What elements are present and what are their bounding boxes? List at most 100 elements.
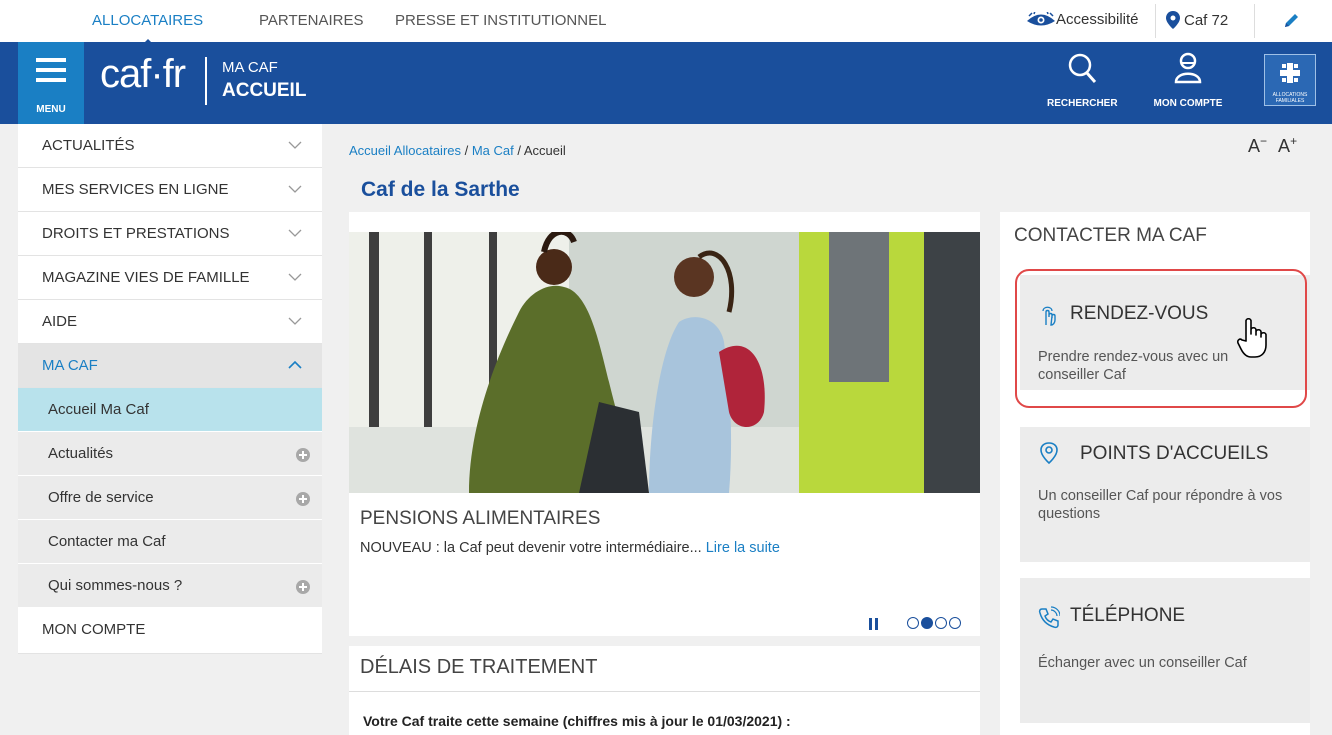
breadcrumb-separator: / <box>461 143 472 158</box>
logo-divider <box>205 57 207 105</box>
search-label: RECHERCHER <box>1047 98 1118 109</box>
map-pin-icon <box>1166 11 1180 29</box>
breadcrumb-current: Accueil <box>523 143 566 158</box>
menu-label: MENU <box>36 104 66 115</box>
section-line2: ACCUEIL <box>222 80 307 101</box>
font-decrease-label: A <box>1248 136 1261 156</box>
sidebar-item-aide[interactable]: AIDE <box>18 300 322 344</box>
sidebar-subitem-actualites[interactable]: Actualités <box>18 432 322 476</box>
font-size-controls: A− A+ <box>1248 134 1297 157</box>
account-button[interactable]: MON COMPTE <box>1148 52 1228 109</box>
sidebar-subitem-label: Qui sommes-nous ? <box>48 577 183 594</box>
carousel-dot-active[interactable] <box>921 617 933 629</box>
sidebar-item-ma-caf[interactable]: MA CAF <box>18 344 322 388</box>
carousel-dot[interactable] <box>907 617 919 629</box>
user-icon <box>1174 52 1202 84</box>
expand-plus-icon[interactable] <box>296 492 310 506</box>
phone-box[interactable]: TÉLÉPHONE Échanger avec un conseiller Ca… <box>1020 578 1310 723</box>
reception-points-box[interactable]: POINTS D'ACCUEILS Un conseiller Caf pour… <box>1020 427 1310 562</box>
sidebar-nav: ACTUALITÉS MES SERVICES EN LIGNE DROITS … <box>18 124 322 654</box>
tab-presse[interactable]: PRESSE ET INSTITUTIONNEL <box>395 12 606 29</box>
font-increase-label: A <box>1278 136 1291 156</box>
sidebar-item-label: MA CAF <box>42 357 98 374</box>
sidebar-subitem-label: Contacter ma Caf <box>48 533 166 550</box>
sidebar-item-label: MES SERVICES EN LIGNE <box>42 181 229 198</box>
breadcrumb-link[interactable]: Ma Caf <box>472 143 514 158</box>
crest-text: ALLOCATIONS FAMILIALES <box>1272 92 1308 104</box>
expand-plus-icon[interactable] <box>296 580 310 594</box>
sidebar-item-actualites[interactable]: ACTUALITÉS <box>18 124 322 168</box>
divider <box>349 691 980 692</box>
hamburger-icon-bar <box>36 68 66 72</box>
accessibility-link[interactable]: Accessibilité <box>1026 11 1139 28</box>
crest-icon <box>1280 63 1300 83</box>
sidebar-subitem-qui[interactable]: Qui sommes-nous ? <box>18 564 322 608</box>
chevron-down-icon <box>288 273 302 281</box>
accessibility-icon <box>1027 11 1055 25</box>
caf-label: Caf 72 <box>1184 11 1229 29</box>
font-decrease-sup: − <box>1260 134 1268 148</box>
carousel-text: NOUVEAU : la Caf peut devenir votre inte… <box>360 540 780 556</box>
sidebar-subitem-label: Offre de service <box>48 489 154 506</box>
account-label: MON COMPTE <box>1153 98 1223 109</box>
sidebar-item-services[interactable]: MES SERVICES EN LIGNE <box>18 168 322 212</box>
pencil-icon[interactable] <box>1282 12 1300 30</box>
sidebar-subitem-contacter[interactable]: Contacter ma Caf <box>18 520 322 564</box>
sidebar-item-label: MON COMPTE <box>42 621 146 638</box>
sidebar-item-mon-compte[interactable]: MON COMPTE <box>18 608 322 654</box>
section-line1: MA CAF <box>222 59 278 76</box>
breadcrumb-link[interactable]: Accueil Allocataires <box>349 143 461 158</box>
chevron-down-icon <box>288 229 302 237</box>
site-header: MENU caf·fr MA CAF ACCUEIL RECHERCHER MO… <box>0 42 1332 124</box>
carousel-dot[interactable] <box>935 617 947 629</box>
menu-button[interactable]: MENU <box>18 42 84 124</box>
breadcrumb: Accueil Allocataires / Ma Caf / Accueil <box>349 143 566 158</box>
sidebar-item-label: MAGAZINE VIES DE FAMILLE <box>42 269 250 286</box>
phone-icon <box>1038 606 1060 629</box>
breadcrumb-separator: / <box>513 143 524 158</box>
pause-icon[interactable] <box>869 618 879 630</box>
sidebar-subitem-accueil[interactable]: Accueil Ma Caf <box>18 388 322 432</box>
sidebar-subitem-label: Accueil Ma Caf <box>48 401 149 418</box>
top-navigation: ALLOCATAIRES PARTENAIRES PRESSE ET INSTI… <box>0 0 1332 46</box>
reception-points-title: POINTS D'ACCUEILS <box>1080 443 1269 464</box>
sidebar-item-magazine[interactable]: MAGAZINE VIES DE FAMILLE <box>18 256 322 300</box>
chevron-up-icon <box>288 360 302 369</box>
page-title: Caf de la Sarthe <box>361 178 520 201</box>
search-button[interactable]: RECHERCHER <box>1047 52 1118 109</box>
hamburger-icon <box>36 58 66 62</box>
tab-allocataires[interactable]: ALLOCATAIRES <box>92 12 203 46</box>
divider <box>1155 4 1156 38</box>
carousel-pagination <box>907 617 961 629</box>
font-decrease-button[interactable]: A− <box>1248 134 1268 156</box>
sidebar-item-label: AIDE <box>42 313 78 330</box>
expand-plus-icon[interactable] <box>296 448 310 462</box>
carousel-photo[interactable] <box>349 232 980 493</box>
tab-partenaires[interactable]: PARTENAIRES <box>259 12 363 29</box>
contact-heading: CONTACTER MA CAF <box>1014 225 1207 246</box>
sidebar-item-label: ACTUALITÉS <box>42 137 135 154</box>
processing-delays-card: DÉLAIS DE TRAITEMENT Votre Caf traite ce… <box>349 646 980 735</box>
caf-logo[interactable]: caf·fr <box>100 52 186 97</box>
accessibility-label: Accessibilité <box>1056 11 1139 28</box>
allocations-familiales-logo: ALLOCATIONS FAMILIALES <box>1264 54 1316 106</box>
phone-title: TÉLÉPHONE <box>1070 605 1186 626</box>
font-increase-button[interactable]: A+ <box>1278 134 1297 156</box>
chevron-down-icon <box>288 141 302 149</box>
read-more-link[interactable]: Lire la suite <box>706 540 780 556</box>
phone-desc: Échanger avec un conseiller Caf <box>1038 655 1247 671</box>
sidebar-subitem-label: Actualités <box>48 445 114 462</box>
sidebar-item-droits[interactable]: DROITS ET PRESTATIONS <box>18 212 322 256</box>
chevron-down-icon <box>288 317 302 325</box>
chevron-down-icon <box>288 185 302 193</box>
reception-points-desc: Un conseiller Caf pour répondre à vos qu… <box>1038 488 1283 522</box>
sidebar-subitem-offre[interactable]: Offre de service <box>18 476 322 520</box>
caf-selector[interactable]: Caf 72 <box>1166 11 1228 29</box>
carousel-dot[interactable] <box>949 617 961 629</box>
sidebar-item-label: DROITS ET PRESTATIONS <box>42 225 230 242</box>
carousel-description: NOUVEAU : la Caf peut devenir votre inte… <box>360 540 706 556</box>
delays-text: Votre Caf traite cette semaine (chiffres… <box>363 713 791 729</box>
hamburger-icon-bar <box>36 78 66 82</box>
divider <box>1254 4 1255 38</box>
delays-heading: DÉLAIS DE TRAITEMENT <box>360 656 598 678</box>
